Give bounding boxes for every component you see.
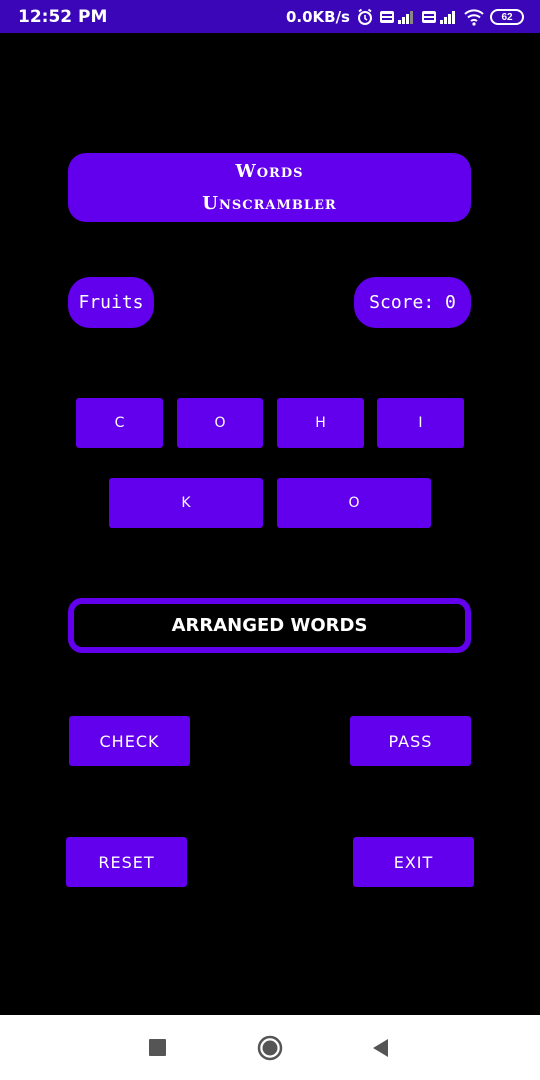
- volte-signal-icon: [422, 8, 458, 26]
- recents-square-icon[interactable]: [149, 1039, 166, 1056]
- exit-button[interactable]: EXIT: [353, 837, 474, 887]
- alarm-icon: [356, 8, 374, 26]
- wifi-icon: [464, 8, 484, 26]
- title-banner: Words Unscrambler: [68, 153, 471, 222]
- letter-tile[interactable]: I: [377, 398, 464, 448]
- status-icons: 0.0KB/s 62: [286, 6, 524, 28]
- battery-icon: 62: [490, 9, 524, 25]
- letter-tile[interactable]: K: [109, 478, 263, 528]
- category-badge: Fruits: [68, 277, 154, 328]
- check-button[interactable]: CHECK: [69, 716, 190, 766]
- reset-button[interactable]: RESET: [66, 837, 187, 887]
- status-time: 12:52 PM: [18, 7, 108, 27]
- arranged-words-field[interactable]: ARRANGED WORDS: [68, 598, 471, 653]
- title-line-1: Words: [235, 160, 304, 182]
- navigation-bar: [0, 1015, 540, 1080]
- title-line-2: Unscrambler: [202, 192, 337, 214]
- battery-level: 62: [501, 11, 513, 23]
- volte-signal-icon: [380, 8, 416, 26]
- letter-tile[interactable]: O: [277, 478, 431, 528]
- home-circle-icon[interactable]: [257, 1035, 283, 1061]
- letter-tile[interactable]: O: [177, 398, 263, 448]
- network-speed: 0.0KB/s: [285, 8, 350, 26]
- letter-tile[interactable]: H: [277, 398, 364, 448]
- letter-tile[interactable]: C: [76, 398, 163, 448]
- pass-button[interactable]: PASS: [350, 716, 471, 766]
- status-bar: 12:52 PM 0.0KB/s 62: [0, 0, 540, 33]
- back-triangle-icon[interactable]: [371, 1038, 389, 1058]
- score-badge: Score: 0: [354, 277, 471, 328]
